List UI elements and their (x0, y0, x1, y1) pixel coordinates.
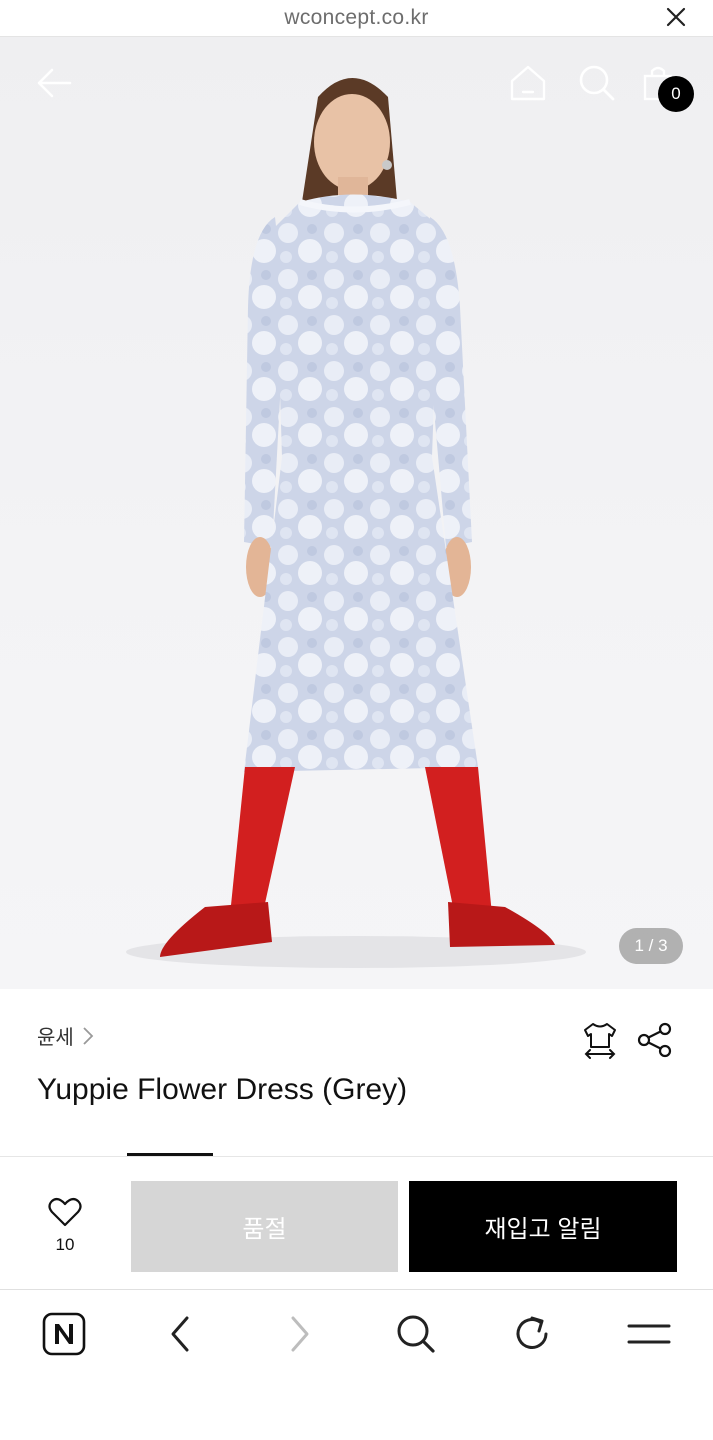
wishlist-count: 10 (55, 1235, 75, 1254)
search-icon[interactable] (578, 64, 616, 102)
chevron-right-icon (83, 1026, 94, 1045)
wishlist-button[interactable]: 10 (36, 1196, 94, 1255)
naver-n-icon[interactable] (42, 1312, 86, 1356)
home-icon[interactable] (509, 64, 547, 102)
refresh-icon[interactable] (510, 1312, 554, 1356)
heart-icon[interactable] (48, 1196, 82, 1228)
product-photo (126, 78, 586, 968)
browser-toolbar (0, 1290, 713, 1440)
gallery-page-indicator: 1 / 3 (619, 928, 683, 964)
url-text[interactable]: wconcept.co.kr (284, 6, 428, 30)
soldout-button[interactable]: 품절 (131, 1181, 398, 1272)
product-image-gallery[interactable]: 0 1 / 3 (0, 37, 713, 989)
search-icon[interactable] (394, 1312, 438, 1356)
product-title: Yuppie Flower Dress (Grey) (37, 1073, 408, 1106)
brand-link[interactable]: 윤세 (37, 1021, 94, 1050)
back-chevron-icon[interactable] (159, 1312, 203, 1356)
brand-name[interactable]: 윤세 (37, 1021, 74, 1050)
share-icon[interactable] (636, 1021, 674, 1059)
menu-icon[interactable] (627, 1312, 671, 1356)
close-icon[interactable] (663, 4, 689, 30)
back-arrow-icon[interactable] (36, 67, 72, 99)
forward-chevron-icon[interactable] (277, 1312, 321, 1356)
cart-count-badge[interactable]: 0 (658, 76, 694, 112)
restock-alert-button[interactable]: 재입고 알림 (409, 1181, 677, 1272)
browser-url-bar[interactable]: wconcept.co.kr (0, 0, 713, 37)
size-guide-icon[interactable] (581, 1021, 619, 1059)
